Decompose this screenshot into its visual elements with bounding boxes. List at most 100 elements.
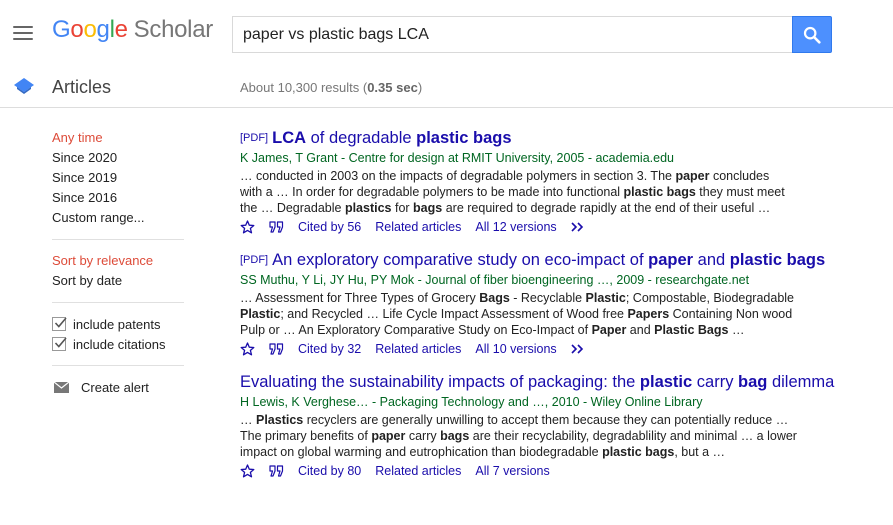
sort-by-date[interactable]: Sort by date: [52, 271, 187, 291]
snippet-line: Plastic; and Recycled … Life Cycle Impac…: [240, 306, 860, 322]
search-input[interactable]: [233, 17, 793, 52]
text-run: and: [626, 323, 655, 337]
related-articles-link[interactable]: Related articles: [375, 218, 461, 236]
sort-by-relevance[interactable]: Sort by relevance: [52, 251, 187, 271]
logo-scholar-text: Scholar: [133, 16, 214, 43]
cite-quote-icon[interactable]: [269, 343, 284, 355]
highlight-term: Paper: [591, 323, 627, 337]
all-versions-link[interactable]: All 7 versions: [475, 462, 549, 480]
cited-by-link[interactable]: Cited by 32: [298, 340, 361, 358]
logo-letter: o: [70, 16, 84, 43]
filter-since-2020[interactable]: Since 2020: [52, 148, 187, 168]
search-icon: [803, 26, 821, 44]
highlight-term: Papers: [627, 307, 670, 321]
text-run: for: [391, 201, 414, 215]
result-item: [PDF] An exploratory comparative study on…: [240, 250, 860, 358]
include-patents-checkbox[interactable]: include patents: [52, 314, 187, 334]
highlight-term: plastic bags: [602, 445, 675, 459]
text-run: …: [728, 323, 745, 337]
result-title-link[interactable]: [PDF] An exploratory comparative study on…: [240, 250, 860, 270]
logo-letter: g: [96, 16, 110, 43]
result-actions: Cited by 32 Related articles All 10 versio…: [240, 340, 860, 358]
text-run: Evaluating the sustainability impacts of…: [240, 373, 640, 391]
result-count: About 10,300 results (0.35 sec): [240, 80, 423, 95]
google-scholar-logo[interactable]: Google Scholar: [52, 16, 213, 44]
cite-quote-icon[interactable]: [269, 221, 284, 233]
snippet-line: the … Degradable plastics for bags are r…: [240, 200, 860, 216]
create-alert-button[interactable]: Create alert: [52, 377, 187, 397]
text-run: ; and Recycled … Life Cycle Impact Asses…: [280, 307, 628, 321]
save-star-icon[interactable]: [240, 220, 255, 234]
text-run: … conducted in 2003 on the impacts of de…: [240, 169, 676, 183]
highlight-term: bag: [738, 373, 768, 391]
cited-by-link[interactable]: Cited by 56: [298, 218, 361, 236]
highlight-term: Plastics: [255, 413, 304, 427]
include-citations-checkbox[interactable]: include citations: [52, 334, 187, 354]
envelope-icon: [54, 381, 69, 393]
snippet-line: impact on global warming and eutrophicat…: [240, 444, 860, 460]
checkbox-box[interactable]: [52, 317, 67, 331]
filter-since-2019[interactable]: Since 2019: [52, 168, 187, 188]
search-box: [232, 16, 793, 53]
snippet-line: … Assessment for Three Types of Grocery …: [240, 290, 860, 306]
result-snippet: … Plastics recyclers are generally unwil…: [240, 412, 860, 460]
include-patents-label: include patents: [73, 316, 161, 332]
sidebar-divider: [52, 365, 184, 366]
result-authors: SS Muthu, Y Li, JY Hu, PY Mok - Journal …: [240, 273, 750, 287]
result-authors: K James, T Grant - Centre for design at …: [240, 151, 674, 165]
result-title-link[interactable]: [PDF] LCA of degradable plastic bags: [240, 128, 860, 148]
text-run: - Recyclable: [509, 291, 586, 305]
text-run: ; Compostable, Biodegradable: [625, 291, 795, 305]
all-versions-link[interactable]: All 12 versions: [475, 218, 556, 236]
cite-quote-icon[interactable]: [269, 465, 284, 477]
text-run: Pulp or … An Exploratory Comparative Stu…: [240, 323, 592, 337]
result-title-link[interactable]: Evaluating the sustainability impacts of…: [240, 372, 860, 392]
snippet-line: The primary benefits of paper carry bags…: [240, 428, 860, 444]
related-articles-link[interactable]: Related articles: [375, 340, 461, 358]
pdf-tag[interactable]: [PDF]: [240, 254, 268, 266]
pdf-tag[interactable]: [PDF]: [240, 132, 268, 144]
text-run: , but a …: [674, 445, 726, 459]
highlight-term: Plastic: [240, 307, 281, 321]
section-label: Articles: [52, 77, 112, 97]
all-versions-link[interactable]: All 10 versions: [475, 340, 556, 358]
filter-custom-range[interactable]: Custom range...: [52, 208, 187, 228]
highlight-term: LCA: [272, 129, 307, 147]
include-citations-label: include citations: [73, 336, 166, 352]
related-articles-link[interactable]: Related articles: [375, 462, 461, 480]
more-chevron-icon[interactable]: [571, 222, 586, 232]
more-chevron-icon[interactable]: [571, 344, 586, 354]
filter-any-time[interactable]: Any time: [52, 128, 187, 148]
text-run: concludes: [709, 169, 770, 183]
result-actions: Cited by 56 Related articles All 12 versio…: [240, 218, 860, 236]
result-actions: Cited by 80 Related articles All 7 version…: [240, 462, 860, 480]
create-alert-label: Create alert: [81, 379, 149, 395]
snippet-line: … Plastics recyclers are generally unwil…: [240, 412, 860, 428]
result-authors: H Lewis, K Verghese… - Packaging Technol…: [240, 395, 703, 409]
hamburger-menu-icon[interactable]: [13, 26, 33, 40]
text-run: and: [693, 251, 730, 269]
checkmark-icon: [54, 337, 67, 348]
text-run: carry: [692, 373, 739, 391]
highlight-term: plastic bags: [729, 251, 826, 269]
logo-letter: o: [83, 16, 97, 43]
filter-since-2016[interactable]: Since 2016: [52, 188, 187, 208]
logo-letter: e: [114, 16, 128, 43]
text-run: The primary benefits of: [240, 429, 372, 443]
logo-letter: G: [52, 16, 71, 43]
highlight-term: Bags: [479, 291, 510, 305]
highlight-term: plastic: [639, 373, 693, 391]
checkbox-box[interactable]: [52, 337, 67, 351]
highlight-term: bags: [440, 429, 470, 443]
highlight-term: plastic bags: [416, 129, 512, 147]
result-item: Evaluating the sustainability impacts of…: [240, 372, 860, 480]
result-snippet: … conducted in 2003 on the impacts of de…: [240, 168, 860, 216]
highlight-term: Plastic Bags: [654, 323, 729, 337]
results-list: [PDF] LCA of degradable plastic bags K Jam…: [240, 128, 860, 494]
sidebar: Any time Since 2020 Since 2019 Since 201…: [52, 128, 187, 397]
cited-by-link[interactable]: Cited by 80: [298, 462, 361, 480]
save-star-icon[interactable]: [240, 342, 255, 356]
text-run: carry: [405, 429, 441, 443]
search-button[interactable]: [792, 16, 832, 53]
save-star-icon[interactable]: [240, 464, 255, 478]
